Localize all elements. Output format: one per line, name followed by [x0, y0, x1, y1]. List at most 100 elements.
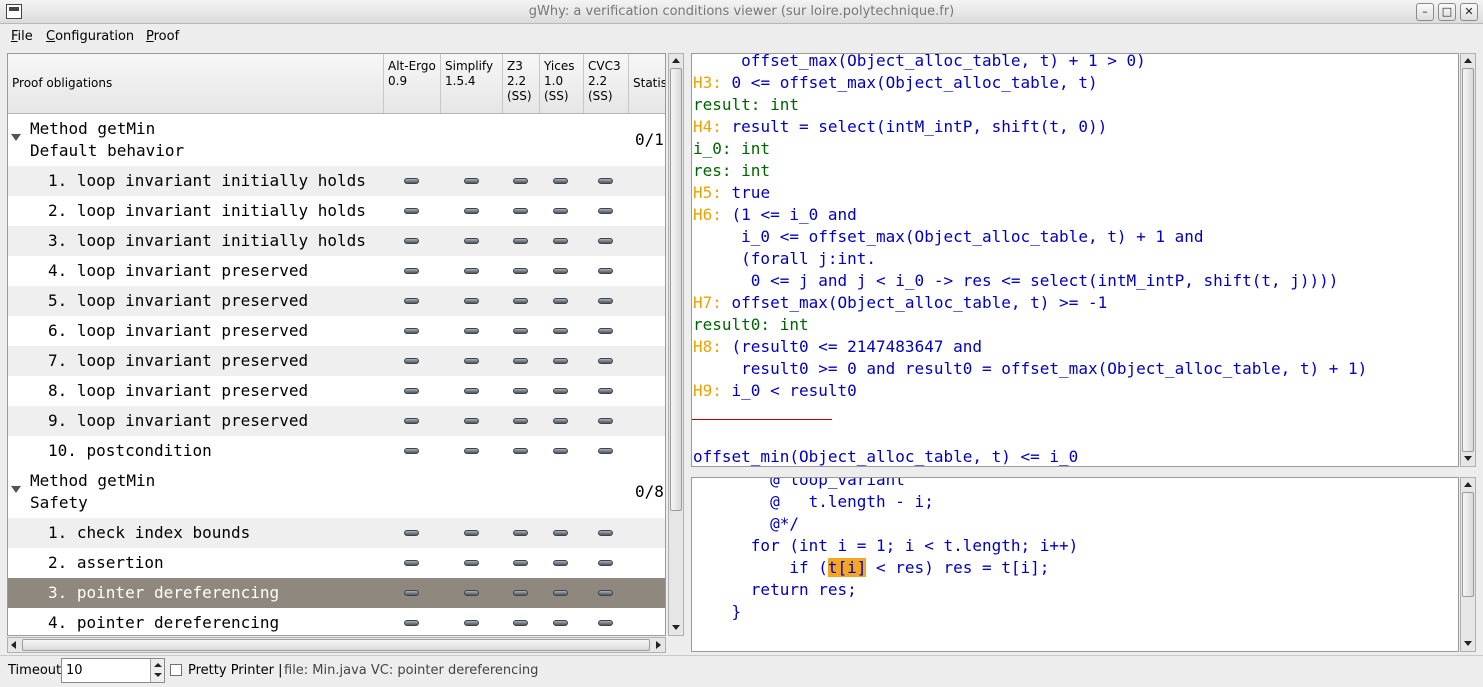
simplify-status-icon[interactable] — [464, 238, 479, 244]
cvc3-status-icon[interactable] — [598, 590, 613, 596]
cvc3-status-icon[interactable] — [598, 208, 613, 214]
alt-ergo-status-icon[interactable] — [404, 530, 419, 536]
menu-proof[interactable]: Proof — [146, 29, 179, 44]
scroll-up-icon[interactable] — [1464, 482, 1472, 487]
yices-status-icon[interactable] — [553, 298, 568, 304]
expander-icon[interactable] — [11, 486, 21, 493]
tree-row[interactable]: 5. loop invariant preserved — [8, 286, 665, 316]
scroll-down-icon[interactable] — [672, 625, 680, 630]
tree-vertical-scrollbar[interactable] — [668, 53, 684, 636]
menu-configuration[interactable]: Configuration — [46, 29, 134, 44]
yices-status-icon[interactable] — [553, 268, 568, 274]
close-button[interactable]: ✕ — [1460, 3, 1478, 21]
expander-icon[interactable] — [11, 134, 21, 141]
z3-status-icon[interactable] — [513, 238, 528, 244]
simplify-status-icon[interactable] — [464, 418, 479, 424]
tree-row[interactable]: 2. assertion — [8, 548, 665, 578]
alt-ergo-status-icon[interactable] — [404, 298, 419, 304]
tree-row[interactable]: 1. loop invariant initially holds — [8, 166, 665, 196]
z3-status-icon[interactable] — [513, 208, 528, 214]
cvc3-status-icon[interactable] — [598, 358, 613, 364]
simplify-status-icon[interactable] — [464, 178, 479, 184]
tree-row[interactable]: 8. loop invariant preserved — [8, 376, 665, 406]
yices-status-icon[interactable] — [553, 418, 568, 424]
alt-ergo-status-icon[interactable] — [404, 418, 419, 424]
cvc3-status-icon[interactable] — [598, 328, 613, 334]
z3-status-icon[interactable] — [513, 448, 528, 454]
alt-ergo-status-icon[interactable] — [404, 620, 419, 626]
scrollbar-thumb[interactable] — [670, 68, 682, 511]
yices-status-icon[interactable] — [553, 530, 568, 536]
proof-obligations-tree[interactable]: Proof obligations Alt-Ergo 0.9 Simplify … — [7, 53, 666, 636]
z3-status-icon[interactable] — [513, 268, 528, 274]
scroll-down-icon[interactable] — [1464, 641, 1472, 646]
alt-ergo-status-icon[interactable] — [404, 590, 419, 596]
alt-ergo-status-icon[interactable] — [404, 268, 419, 274]
z3-status-icon[interactable] — [513, 590, 528, 596]
cvc3-status-icon[interactable] — [598, 530, 613, 536]
pretty-printer-label[interactable]: Pretty Printer | — [188, 663, 282, 678]
tree-row[interactable]: 9. loop invariant preserved — [8, 406, 665, 436]
alt-ergo-status-icon[interactable] — [404, 560, 419, 566]
source-vertical-scrollbar[interactable] — [1460, 477, 1476, 652]
yices-status-icon[interactable] — [553, 560, 568, 566]
simplify-status-icon[interactable] — [464, 448, 479, 454]
cvc3-status-icon[interactable] — [598, 298, 613, 304]
cvc3-status-icon[interactable] — [598, 418, 613, 424]
cvc3-status-icon[interactable] — [598, 268, 613, 274]
col-yices[interactable]: Yices 1.0 (SS) — [540, 54, 584, 113]
yices-status-icon[interactable] — [553, 238, 568, 244]
scrollbar-thumb[interactable] — [22, 639, 650, 651]
minimize-button[interactable]: – — [1416, 3, 1434, 21]
yices-status-icon[interactable] — [553, 448, 568, 454]
yices-status-icon[interactable] — [553, 620, 568, 626]
tree-row[interactable]: 2. loop invariant initially holds — [8, 196, 665, 226]
simplify-status-icon[interactable] — [464, 388, 479, 394]
col-cvc3[interactable]: CVC3 2.2 (SS) — [584, 54, 629, 113]
spinner-buttons[interactable] — [150, 659, 164, 682]
alt-ergo-status-icon[interactable] — [404, 328, 419, 334]
z3-status-icon[interactable] — [513, 178, 528, 184]
col-alt-ergo[interactable]: Alt-Ergo 0.9 — [384, 54, 441, 113]
simplify-status-icon[interactable] — [464, 620, 479, 626]
menu-file[interactable]: File — [11, 29, 33, 44]
simplify-status-icon[interactable] — [464, 358, 479, 364]
yices-status-icon[interactable] — [553, 328, 568, 334]
alt-ergo-status-icon[interactable] — [404, 448, 419, 454]
spin-up-icon[interactable] — [154, 663, 162, 667]
alt-ergo-status-icon[interactable] — [404, 208, 419, 214]
tree-group[interactable]: Method getMin Safety 0/8 — [8, 466, 665, 518]
alt-ergo-status-icon[interactable] — [404, 358, 419, 364]
timeout-spinner[interactable]: 10 — [61, 658, 165, 683]
cvc3-status-icon[interactable] — [598, 620, 613, 626]
simplify-status-icon[interactable] — [464, 268, 479, 274]
col-proof-obligations[interactable]: Proof obligations — [8, 54, 384, 113]
yices-status-icon[interactable] — [553, 388, 568, 394]
col-simplify[interactable]: Simplify 1.5.4 — [441, 54, 503, 113]
cvc3-status-icon[interactable] — [598, 560, 613, 566]
z3-status-icon[interactable] — [513, 530, 528, 536]
scroll-left-icon[interactable] — [11, 641, 16, 649]
scroll-down-icon[interactable] — [1464, 456, 1472, 461]
tree-row[interactable]: 4. loop invariant preserved — [8, 256, 665, 286]
z3-status-icon[interactable] — [513, 328, 528, 334]
scroll-right-icon[interactable] — [656, 641, 661, 649]
simplify-status-icon[interactable] — [464, 328, 479, 334]
cvc3-status-icon[interactable] — [598, 178, 613, 184]
tree-row[interactable]: 10. postcondition — [8, 436, 665, 466]
cvc3-status-icon[interactable] — [598, 388, 613, 394]
simplify-status-icon[interactable] — [464, 590, 479, 596]
tree-row[interactable]: 3. pointer dereferencing — [8, 578, 665, 608]
yices-status-icon[interactable] — [553, 358, 568, 364]
tree-group[interactable]: Method getMin Default behavior 0/1 — [8, 114, 665, 166]
tree-row[interactable]: 1. check index bounds — [8, 518, 665, 548]
spin-down-icon[interactable] — [154, 673, 162, 677]
z3-status-icon[interactable] — [513, 388, 528, 394]
col-z3[interactable]: Z3 2.2 (SS) — [503, 54, 540, 113]
goal-view[interactable]: offset_max(Object_alloc_table, t) + 1 > … — [691, 53, 1459, 467]
tree-row[interactable]: 6. loop invariant preserved — [8, 316, 665, 346]
source-view[interactable]: @ loop_variant @ t.length - i; @*/ for (… — [691, 477, 1459, 652]
z3-status-icon[interactable] — [513, 560, 528, 566]
scroll-up-icon[interactable] — [1464, 58, 1472, 63]
timeout-value[interactable]: 10 — [66, 663, 83, 678]
